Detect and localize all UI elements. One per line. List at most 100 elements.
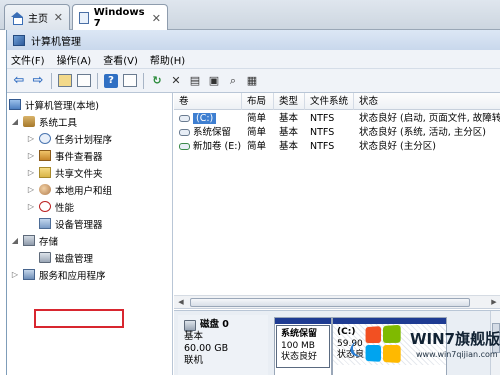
tree-item-label: 本地用户和组 [55,185,113,197]
open-icon[interactable]: ▤ [187,73,203,89]
column-header-volume[interactable]: 卷 [174,93,242,110]
column-header-type[interactable]: 类型 [274,93,305,110]
table-row[interactable]: 系统保留 简单 基本 NTFS 状态良好 (系统, 活动, 主分区) [174,126,500,140]
window-titlebar: 计算机管理 [7,30,500,50]
windows-logo-icon [365,324,403,366]
tree-item-services[interactable]: ▷ 服务和应用程序 [11,267,106,282]
expand-icon[interactable]: ▷ [27,202,35,211]
expand-icon[interactable]: ▷ [11,270,19,279]
volume-cell: (C:) [174,112,242,126]
tree-item-event-viewer[interactable]: ▷ 事件查看器 [27,148,103,163]
expand-icon[interactable]: ▷ [27,151,35,160]
toolbar-separator [51,72,52,89]
disk-info[interactable]: 磁盘 0 基本 60.00 GB 联机 [178,315,268,375]
close-icon[interactable]: ✕ [152,12,161,25]
tree-item-system-tools[interactable]: ◢ 系统工具 [11,114,77,129]
volume-icon [179,129,190,136]
highlight-box [34,309,124,328]
scroll-right-icon[interactable]: ▶ [487,296,500,309]
tools-icon [23,116,35,127]
type-cell: 基本 [279,113,299,124]
tree-item-shared-folders[interactable]: ▷ 共享文件夹 [27,165,103,180]
tree-item-label: 存储 [39,236,59,248]
tab-windows7[interactable]: Windows 7 ✕ [72,4,168,31]
close-icon[interactable]: ✕ [54,11,63,24]
storage-icon [23,235,35,246]
disk-name: 磁盘 0 [200,319,229,330]
home-icon [11,12,23,25]
partition-details: 系统保留 100 MB 状态良好 [276,325,330,368]
table-row[interactable]: (C:) 简单 基本 NTFS 状态良好 (启动, 页面文件, 故障转 [174,112,500,126]
export-icon[interactable]: ▦ [244,73,260,89]
tree-item-label: 共享文件夹 [55,168,103,180]
column-header-layout[interactable]: 布局 [242,93,274,110]
collapse-icon[interactable]: ◢ [11,117,19,126]
search-icon[interactable]: ⌕ [225,73,241,89]
page-icon [79,12,89,24]
menu-help[interactable]: 帮助(H) [150,52,185,67]
up-folder-icon[interactable] [57,73,73,89]
partition-size: 100 MB [281,340,315,351]
disk-type: 基本 [184,331,204,342]
show-hide-tree-icon[interactable] [76,73,92,89]
expand-icon[interactable]: ▷ [27,168,35,177]
collapse-icon[interactable]: ◢ [11,236,19,245]
tab-windows7-label: Windows 7 [93,7,145,29]
partition-name: 系统保留 [281,329,318,339]
disk-icon [39,252,51,263]
tree-item-root[interactable]: 计算机管理(本地) [9,97,99,112]
forward-icon[interactable]: ⇨ [30,73,46,89]
tree-item-performance[interactable]: ▷ 性能 [27,199,74,214]
menu-file[interactable]: 文件(F) [11,52,45,67]
properties-icon[interactable]: ▣ [206,73,222,89]
tree-item-task-scheduler[interactable]: ▷ 任务计划程序 [27,131,112,146]
back-icon[interactable]: ⇦ [11,73,27,89]
window-title: 计算机管理 [31,36,81,48]
expand-icon[interactable]: ▷ [27,134,35,143]
tab-home-label: 主页 [28,14,48,25]
disk-size: 60.00 GB [184,343,229,354]
column-header-status[interactable]: 状态 [354,93,500,110]
tree-item-local-users[interactable]: ▷ 本地用户和组 [27,182,112,197]
layout-cell: 简单 [247,113,267,124]
clock-icon [39,133,51,144]
table-row[interactable]: 新加卷 (E:) 简单 基本 NTFS 状态良好 (主分区) [174,140,500,154]
refresh-icon[interactable]: ↻ [149,73,165,89]
horizontal-scrollbar[interactable]: ◀ ▶ [174,295,500,309]
menu-view[interactable]: 查看(V) [103,52,138,67]
filesystem-cell: NTFS [310,127,335,138]
tree-item-label: 设备管理器 [55,219,103,231]
toolbar-separator [97,72,98,89]
computer-icon [9,99,21,110]
tree-item-label: 事件查看器 [55,151,103,163]
browser-tab-bar: 主页 ✕ Windows 7 ✕ [0,0,500,31]
delete-icon[interactable]: ✕ [168,73,184,89]
scrollbar-thumb[interactable] [190,298,470,307]
console-tree: 计算机管理(本地) ◢ 系统工具 ▷ 任务计划程序 ▷ 事件查看器 ▷ 共享文件… [7,93,173,375]
tree-item-label: 性能 [55,202,75,214]
status-cell: 状态良好 (主分区) [359,141,436,152]
scroll-left-icon[interactable]: ◀ [174,296,188,309]
menu-action[interactable]: 操作(A) [57,52,92,67]
users-icon [39,184,51,195]
watermark: WIN7旗舰版 www.win7qijian.com [346,318,500,375]
event-viewer-icon [39,150,51,161]
tree-item-storage[interactable]: ◢ 存储 [11,233,58,248]
tree-item-device-manager[interactable]: 设备管理器 [39,216,103,231]
toolbar: ⇦ ⇨ ? ↻ ✕ ▤ ▣ ⌕ ▦ [7,69,500,93]
watermark-brand: WIN7旗舰版 [410,330,500,348]
tree-item-disk-management[interactable]: 磁盘管理 [39,250,93,265]
help-icon[interactable]: ? [103,73,119,89]
volume-name: 新加卷 (E:) [193,141,242,152]
expand-icon[interactable]: ▷ [27,185,35,194]
volume-cell: 系统保留 [174,126,242,140]
volume-icon [179,143,190,150]
volume-name: (C:) [193,113,217,124]
folder-icon [39,167,51,178]
action-pane-icon[interactable] [122,73,138,89]
volume-cell: 新加卷 (E:) [174,140,242,154]
tab-home[interactable]: 主页 ✕ [4,4,70,30]
type-cell: 基本 [279,127,299,138]
partition-system-reserved[interactable]: 系统保留 100 MB 状态良好 [274,317,332,375]
column-header-filesystem[interactable]: 文件系统 [305,93,354,110]
